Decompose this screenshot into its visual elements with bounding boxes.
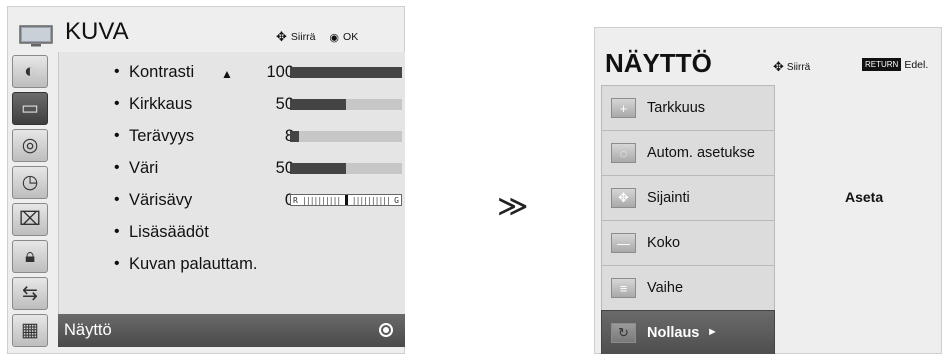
return-key-icon: RETURN (862, 58, 902, 71)
tint-slider[interactable]: R |||||||||| |||||||||| G (290, 194, 402, 206)
kuva-menu: KUVA ✥ Siirrä ◉ OK ◐ ▭ ◎ ◷ ⌧ 🔒︎ ⇆ ▦ • Ko… (7, 6, 405, 354)
radio-icon (379, 323, 393, 337)
option-label: Sijainti (647, 190, 690, 206)
picture-items: • Kontrasti ▲ 100 • Kirkkaus 50 • Terävy… (58, 52, 405, 314)
advanced-item[interactable]: • Lisäsäädöt (59, 216, 406, 248)
brightness-slider[interactable] (290, 99, 402, 110)
phase-option[interactable]: ≡ Vaihe (601, 265, 775, 311)
tint-item[interactable]: • Värisävy 0 R |||||||||| |||||||||| G (59, 184, 406, 216)
item-value: 50 (275, 159, 294, 177)
item-value: 0 (244, 191, 294, 210)
sharpness-item[interactable]: • Terävyys 8 (59, 120, 406, 152)
move-icon: ✥ (773, 59, 784, 74)
move-icon: ✥ (276, 29, 287, 44)
item-label: Kontrasti (129, 63, 195, 81)
resolution-option[interactable]: + Tarkkuus (601, 85, 775, 131)
tint-marker (344, 195, 348, 205)
reset-icon: ↻ (611, 323, 636, 343)
contrast-slider[interactable] (290, 67, 402, 78)
lock-tab-icon[interactable]: 🔒︎ (12, 240, 48, 273)
color-item[interactable]: • Väri 50 (59, 152, 406, 184)
ok-icon: ◉ (329, 31, 340, 44)
contrast-item[interactable]: • Kontrasti ▲ 100 (59, 56, 406, 88)
color-slider[interactable] (290, 163, 402, 174)
item-value: 100 (266, 63, 294, 81)
screen-menu-item[interactable]: Näyttö (58, 314, 405, 347)
scroll-up-icon[interactable]: ▲ (221, 67, 233, 81)
auto-icon: ◌ (611, 143, 636, 163)
back-hint: RETURN Edel. (862, 58, 928, 71)
kuva-title: KUVA (65, 18, 129, 45)
item-value: 8 (244, 127, 294, 146)
size-option[interactable]: — Koko (601, 220, 775, 266)
item-label: Kirkkaus (129, 95, 193, 113)
aseta-label: Aseta (845, 189, 884, 205)
plus-icon: + (611, 98, 636, 118)
position-option[interactable]: ✥ Sijainti (601, 175, 775, 221)
option-tab-icon[interactable]: ⌧ (12, 203, 48, 236)
option-label: Autom. asetukse (647, 145, 755, 161)
item-label: Lisäsäädöt (129, 223, 209, 241)
naytto-title: NÄYTTÖ (605, 48, 712, 78)
item-label: Väri (129, 159, 159, 177)
item-value: 50 (275, 95, 294, 113)
move-hint: ✥ Siirrä (773, 59, 810, 75)
tint-left-label: R (293, 195, 298, 205)
usb-tab-icon[interactable]: ▦ (12, 314, 48, 347)
hint-move-label: Siirrä (290, 31, 316, 43)
size-icon: — (611, 233, 636, 253)
option-label: Koko (647, 235, 681, 251)
tv-tab-icon[interactable]: ▭ (12, 92, 48, 125)
side-tabs: ◐ ▭ ◎ ◷ ⌧ 🔒︎ ⇆ ▦ (8, 51, 58, 353)
sharpness-slider[interactable] (290, 131, 402, 142)
hint-move-label: Siirrä (786, 61, 811, 73)
audio-tab-icon[interactable]: ◎ (12, 129, 48, 162)
tv-icon (19, 25, 53, 47)
double-arrow-icon: ≫ (497, 189, 529, 224)
option-label: Tarkkuus (647, 100, 706, 116)
item-label: Terävyys (129, 127, 195, 145)
option-label: Nollaus (647, 325, 700, 341)
item-label: Värisävy (129, 191, 193, 209)
selected-label: Näyttö (64, 321, 112, 339)
naytto-menu: NÄYTTÖ ✥ Siirrä RETURN Edel. + Tarkkuus … (594, 27, 942, 354)
input-tab-icon[interactable]: ⇆ (12, 277, 48, 310)
reset-option[interactable]: ↻ Nollaus ► (601, 310, 775, 354)
item-label: Kuvan palauttam. (129, 255, 258, 273)
kuva-hint: ✥ Siirrä ◉ OK (276, 29, 358, 45)
hint-back-label: Edel. (904, 58, 929, 71)
position-icon: ✥ (611, 188, 636, 208)
kuva-header: KUVA ✥ Siirrä ◉ OK (8, 7, 404, 51)
auto-config-option[interactable]: ◌ Autom. asetukse (601, 130, 775, 176)
brightness-item[interactable]: • Kirkkaus 50 (59, 88, 406, 120)
option-label: Vaihe (647, 280, 684, 296)
phase-icon: ≡ (611, 278, 636, 298)
picture-tab-icon[interactable]: ◐ (12, 55, 48, 88)
tint-right-label: G (394, 195, 399, 205)
picture-reset-item[interactable]: • Kuvan palauttam. (59, 248, 406, 280)
hint-ok-label: OK (343, 31, 359, 43)
play-arrow-icon: ► (707, 326, 718, 338)
time-tab-icon[interactable]: ◷ (12, 166, 48, 199)
